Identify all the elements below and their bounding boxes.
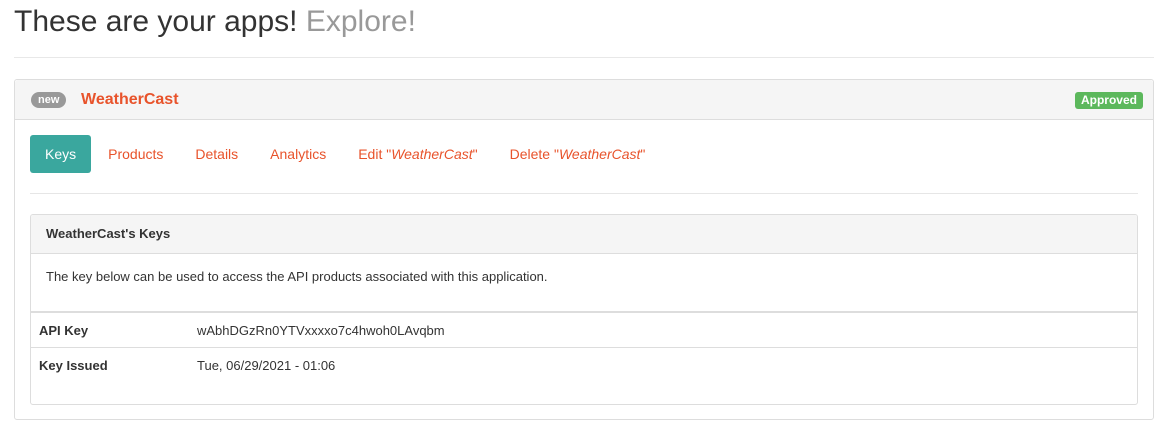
app-panel: new WeatherCast Approved Keys Products D… — [14, 79, 1154, 420]
tab-products[interactable]: Products — [93, 135, 178, 173]
tabs-divider — [30, 193, 1138, 194]
key-row-api-key: API Key wAbhDGzRn0YTVxxxxo7c4hwoh0LAvqbm — [31, 313, 1137, 348]
tab-edit-suffix: " — [472, 146, 478, 162]
keys-panel: WeatherCast's Keys The key below can be … — [30, 214, 1138, 405]
status-badge: Approved — [1074, 92, 1143, 109]
key-row-issued: Key Issued Tue, 06/29/2021 - 01:06 — [31, 348, 1137, 383]
app-panel-heading: new WeatherCast Approved — [15, 80, 1153, 120]
tab-delete-prefix: Delete " — [509, 146, 559, 162]
app-tabs: Keys Products Details Analytics Edit "We… — [30, 135, 662, 173]
page-title: These are your apps! Explore! — [14, 4, 1154, 40]
tab-delete-suffix: " — [640, 146, 646, 162]
keys-panel-description: The key below can be used to access the … — [31, 254, 1137, 313]
tab-details[interactable]: Details — [180, 135, 253, 173]
key-issued-value: Tue, 06/29/2021 - 01:06 — [197, 358, 336, 373]
api-key-value: wAbhDGzRn0YTVxxxxo7c4hwoh0LAvqbm — [197, 322, 445, 338]
page-title-text: These are your apps! — [14, 5, 298, 38]
new-badge: new — [31, 92, 67, 108]
tab-delete-app[interactable]: Delete "WeatherCast" — [495, 135, 661, 173]
tab-delete-app-name: WeatherCast — [558, 146, 641, 162]
tab-edit-app-name: WeatherCast — [391, 146, 473, 162]
app-name-link[interactable]: WeatherCast — [81, 90, 179, 110]
key-label: Key Issued — [39, 358, 108, 373]
tab-edit-prefix: Edit " — [358, 146, 392, 162]
page-header: These are your apps! Explore! — [14, 4, 1154, 58]
tab-keys[interactable]: Keys — [30, 135, 92, 173]
key-label: API Key — [39, 322, 89, 338]
tab-edit-app[interactable]: Edit "WeatherCast" — [343, 135, 492, 173]
keys-panel-title: WeatherCast's Keys — [31, 215, 1137, 254]
tab-analytics[interactable]: Analytics — [255, 135, 341, 173]
page-subtitle: Explore! — [305, 5, 416, 38]
